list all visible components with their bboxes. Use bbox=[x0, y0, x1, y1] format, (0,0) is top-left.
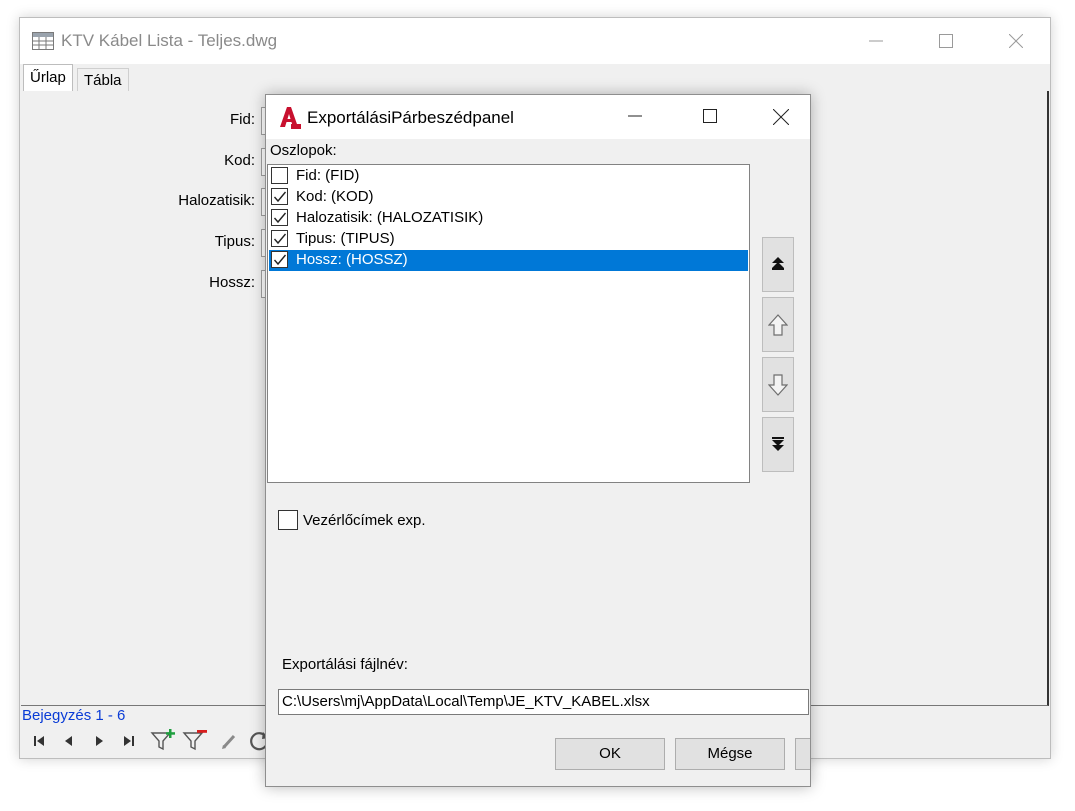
column-checkbox-fid[interactable] bbox=[271, 167, 288, 184]
minimize-icon bbox=[869, 40, 883, 42]
minimize-icon bbox=[628, 115, 642, 117]
minimize-button[interactable] bbox=[846, 18, 906, 64]
move-top-button[interactable] bbox=[762, 237, 794, 292]
export-labels-checkbox[interactable] bbox=[278, 510, 298, 530]
dialog-titlebar[interactable]: ExportálásiPárbeszédpanel bbox=[266, 95, 810, 139]
column-item-label: Tipus: (TIPUS) bbox=[296, 230, 395, 247]
ok-button[interactable]: OK bbox=[555, 738, 665, 770]
clipped-button[interactable] bbox=[795, 738, 810, 770]
column-item-label: Hossz: (HOSSZ) bbox=[296, 251, 408, 268]
remove-filter-icon[interactable] bbox=[182, 728, 208, 754]
close-icon bbox=[1009, 34, 1023, 48]
halozatisik-label: Halozatisik: bbox=[178, 192, 255, 209]
first-record-icon[interactable] bbox=[28, 730, 50, 752]
dialog-title: ExportálásiPárbeszédpanel bbox=[307, 108, 514, 127]
column-item-fid[interactable]: Fid: (FID) bbox=[269, 166, 748, 187]
checkmark-icon bbox=[273, 191, 287, 203]
tab-bar: Űrlap Tábla bbox=[20, 64, 1050, 92]
columns-list[interactable]: Fid: (FID) Kod: (KOD) Halozatisik: (HALO… bbox=[267, 164, 750, 483]
move-up-button[interactable] bbox=[762, 297, 794, 352]
table-app-icon bbox=[32, 32, 54, 50]
column-item-hossz[interactable]: Hossz: (HOSSZ) bbox=[269, 250, 748, 271]
move-down-button[interactable] bbox=[762, 357, 794, 412]
column-item-label: Fid: (FID) bbox=[296, 167, 360, 184]
main-window-title: KTV Kábel Lista - Teljes.dwg bbox=[61, 31, 278, 50]
autocad-icon bbox=[277, 105, 301, 129]
prev-record-icon[interactable] bbox=[58, 730, 80, 752]
column-checkbox-hossz[interactable] bbox=[271, 251, 288, 268]
dialog-close-button[interactable] bbox=[751, 95, 811, 139]
tipus-label: Tipus: bbox=[214, 233, 255, 250]
kod-label: Kod: bbox=[224, 152, 255, 169]
close-button[interactable] bbox=[986, 18, 1046, 64]
column-item-label: Halozatisik: (HALOZATISIK) bbox=[296, 209, 484, 226]
column-item-halozatisik[interactable]: Halozatisik: (HALOZATISIK) bbox=[269, 208, 748, 229]
fid-label: Fid: bbox=[229, 111, 255, 128]
move-bottom-icon bbox=[772, 437, 784, 451]
maximize-icon bbox=[939, 34, 953, 48]
column-checkbox-kod[interactable] bbox=[271, 188, 288, 205]
maximize-icon bbox=[703, 109, 717, 123]
column-item-label: Kod: (KOD) bbox=[296, 188, 374, 205]
edit-icon[interactable] bbox=[218, 730, 240, 752]
maximize-button[interactable] bbox=[916, 18, 976, 64]
column-checkbox-halozatisik[interactable] bbox=[271, 209, 288, 226]
main-titlebar[interactable]: KTV Kábel Lista - Teljes.dwg bbox=[20, 18, 1050, 64]
cancel-button[interactable]: Mégse bbox=[675, 738, 785, 770]
export-dialog: ExportálásiPárbeszédpanel Oszlopok: Fid:… bbox=[265, 94, 811, 787]
move-bottom-button[interactable] bbox=[762, 417, 794, 472]
column-item-kod[interactable]: Kod: (KOD) bbox=[269, 187, 748, 208]
move-up-icon bbox=[768, 314, 788, 336]
filename-label: Exportálási fájlnév: bbox=[282, 656, 408, 673]
move-top-icon bbox=[772, 257, 784, 270]
checkmark-icon bbox=[273, 254, 287, 266]
dialog-maximize-button[interactable] bbox=[681, 95, 741, 139]
navigation-toolbar bbox=[24, 726, 284, 754]
dialog-minimize-button[interactable] bbox=[606, 95, 666, 139]
filename-input[interactable]: C:\Users\mj\AppData\Local\Temp\JE_KTV_KA… bbox=[278, 689, 809, 715]
export-labels-label: Vezérlőcímek exp. bbox=[303, 512, 426, 529]
columns-label: Oszlopok: bbox=[270, 142, 337, 159]
close-icon bbox=[773, 109, 789, 125]
last-record-icon[interactable] bbox=[118, 730, 140, 752]
add-filter-icon[interactable] bbox=[150, 728, 176, 754]
checkmark-icon bbox=[273, 212, 287, 224]
tab-tabla[interactable]: Tábla bbox=[77, 68, 129, 92]
tab-urlap[interactable]: Űrlap bbox=[23, 64, 73, 92]
checkmark-icon bbox=[273, 233, 287, 245]
next-record-icon[interactable] bbox=[88, 730, 110, 752]
move-down-icon bbox=[768, 374, 788, 396]
record-status: Bejegyzés 1 - 6 bbox=[22, 707, 126, 724]
hossz-label: Hossz: bbox=[209, 274, 255, 291]
column-checkbox-tipus[interactable] bbox=[271, 230, 288, 247]
column-item-tipus[interactable]: Tipus: (TIPUS) bbox=[269, 229, 748, 250]
